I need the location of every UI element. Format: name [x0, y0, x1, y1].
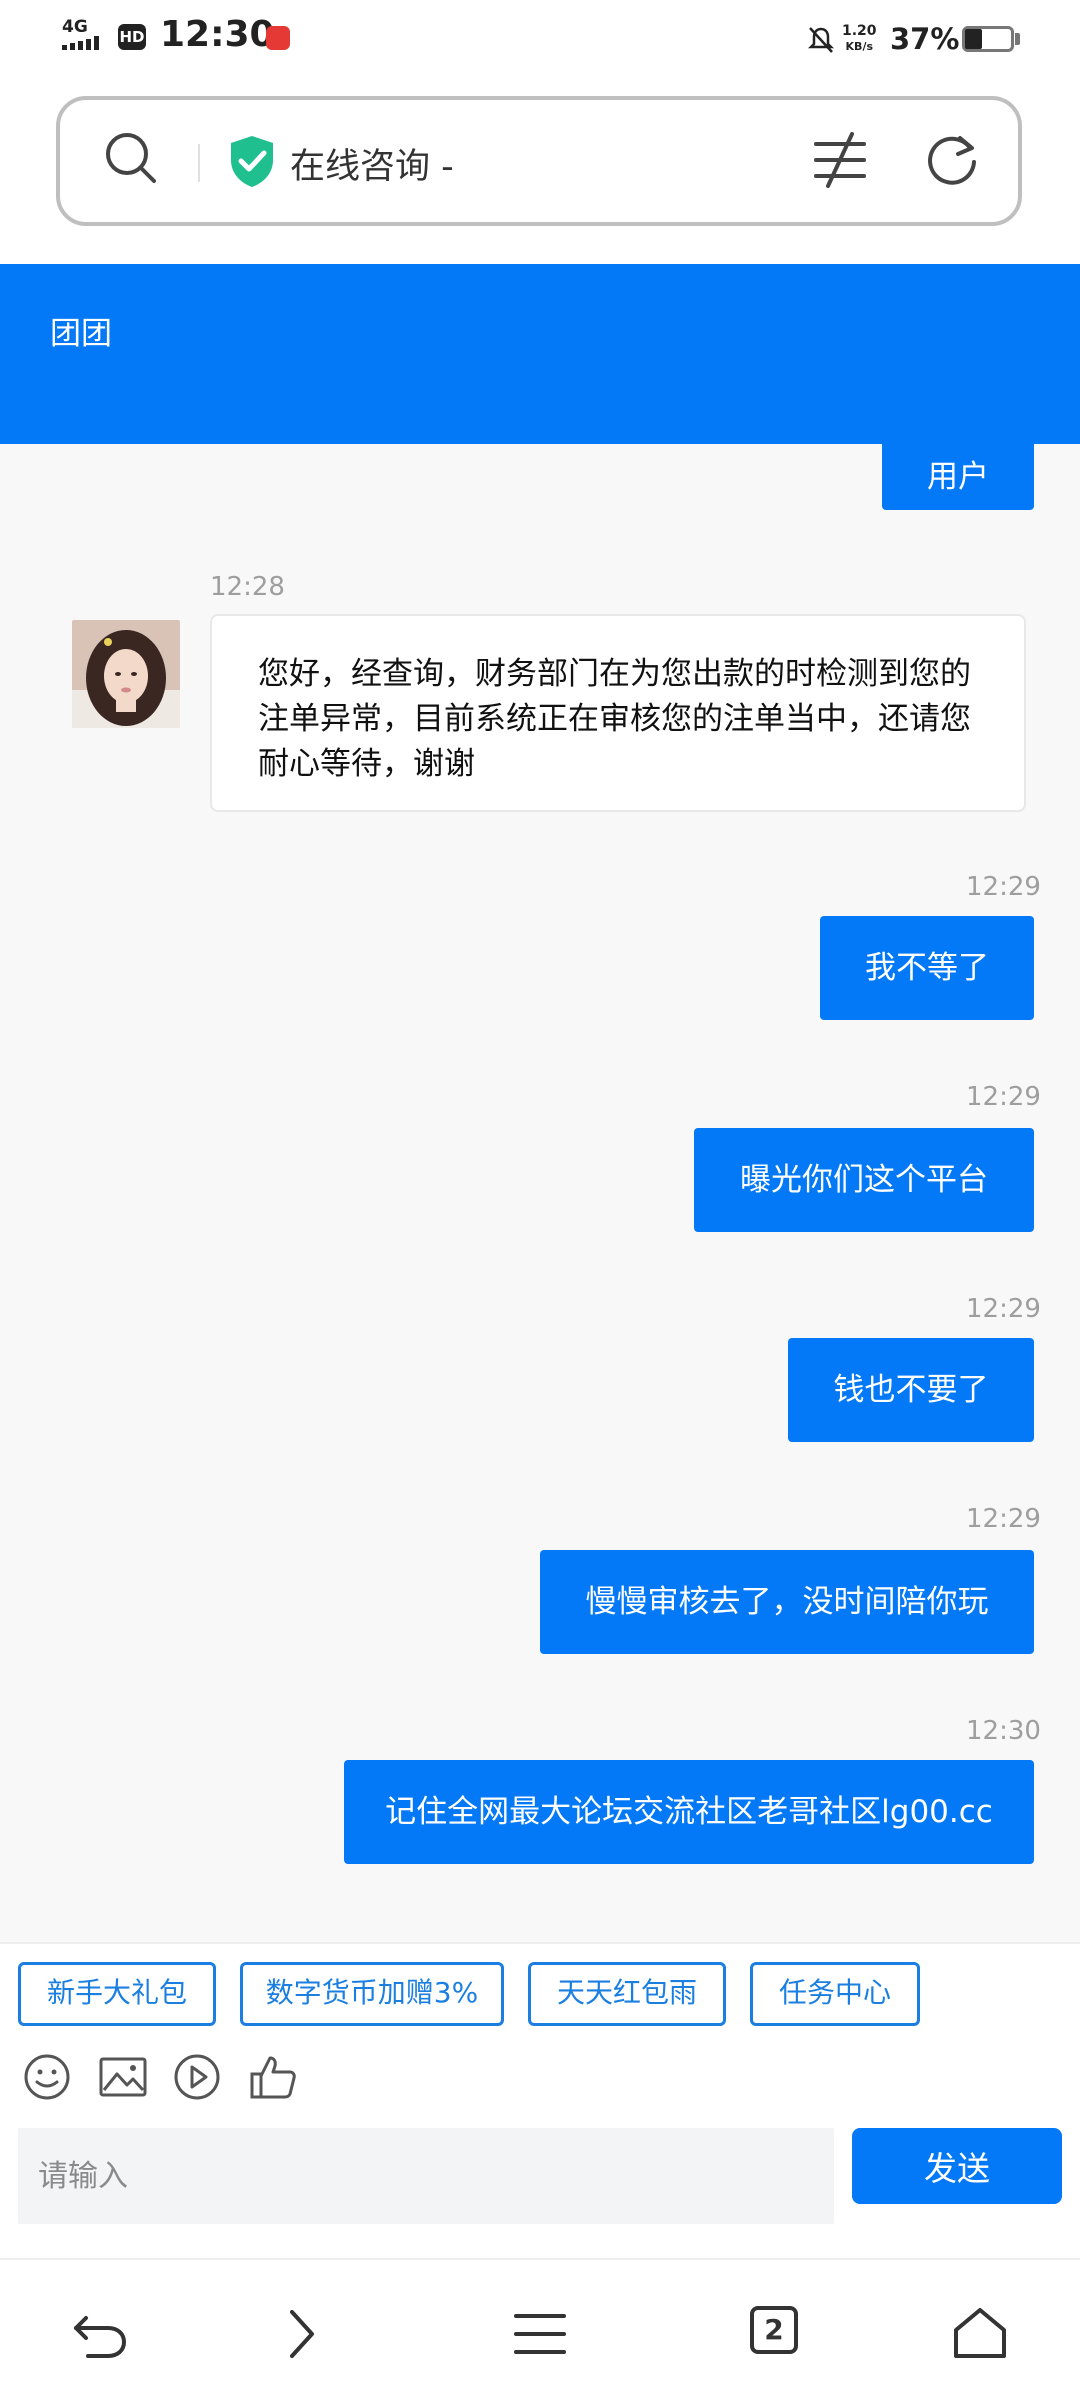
- network-speed: 1.20 KB/s: [842, 23, 877, 54]
- agent-avatar: [72, 620, 180, 728]
- message-time: 12:28: [210, 572, 285, 602]
- message-time: 12:29: [966, 1504, 1041, 1534]
- outgoing-message-bubble: 曝光你们这个平台: [694, 1128, 1034, 1232]
- avatar-image: [72, 620, 180, 728]
- page-title[interactable]: 在线咨询 -: [290, 138, 454, 189]
- message-text: 记住全网最大论坛交流社区老哥社区lg00.cc: [385, 1794, 993, 1830]
- status-bar: 4G HD 12:30 1.20 KB/s 37%: [0, 0, 1080, 80]
- image-icon[interactable]: [98, 2052, 148, 2102]
- video-icon[interactable]: [172, 2052, 222, 2102]
- message-text: 我不等了: [865, 950, 989, 986]
- message-time: 12:29: [966, 1082, 1041, 1112]
- quick-action-task-center[interactable]: 任务中心: [750, 1962, 920, 2026]
- mute-icon: [808, 27, 834, 53]
- tab-count: 2: [764, 2313, 784, 2346]
- thumbs-up-icon[interactable]: [248, 2052, 298, 2102]
- quick-action-crypto-bonus[interactable]: 数字货币加赠3%: [240, 1962, 504, 2026]
- message-text: 您好，经查询，财务部门在为您出款的时检测到您的注单异常，目前系统正在审核您的注单…: [258, 656, 971, 782]
- hd-badge: HD: [118, 24, 146, 50]
- network-indicator: 4G: [62, 18, 110, 50]
- menu-icon[interactable]: [512, 2306, 568, 2362]
- forward-icon[interactable]: [282, 2306, 322, 2362]
- incoming-message-bubble: 您好，经查询，财务部门在为您出款的时检测到您的注单异常，目前系统正在审核您的注单…: [210, 614, 1026, 812]
- status-time: 12:30: [160, 14, 275, 55]
- search-icon[interactable]: [104, 131, 158, 185]
- quick-action-red-packet[interactable]: 天天红包雨: [528, 1962, 726, 2026]
- address-divider: [198, 144, 200, 182]
- network-type: 4G: [62, 17, 88, 37]
- filter-icon[interactable]: [812, 132, 868, 188]
- message-text: 曝光你们这个平台: [740, 1162, 988, 1198]
- message-text: 慢慢审核去了，没时间陪你玩: [585, 1584, 989, 1620]
- chat-header-title: 团团: [50, 316, 112, 352]
- emoji-icon[interactable]: [22, 2052, 72, 2102]
- signal-icon: [62, 36, 99, 50]
- message-input[interactable]: [18, 2128, 834, 2224]
- outgoing-message-bubble: 钱也不要了: [788, 1338, 1034, 1442]
- outgoing-message-bubble: 记住全网最大论坛交流社区老哥社区lg00.cc: [344, 1760, 1034, 1864]
- battery-percent: 37%: [890, 22, 960, 56]
- outgoing-message-bubble: 我不等了: [820, 916, 1034, 1020]
- quick-action-newbie-gift[interactable]: 新手大礼包: [18, 1962, 216, 2026]
- notification-app-icon: [266, 26, 290, 50]
- back-icon[interactable]: [72, 2306, 128, 2362]
- address-bar[interactable]: [56, 96, 1022, 226]
- battery-level: [965, 29, 982, 49]
- outgoing-message-bubble: 慢慢审核去了，没时间陪你玩: [540, 1550, 1034, 1654]
- message-time: 12:29: [966, 872, 1041, 902]
- message-text: 钱也不要了: [833, 1372, 989, 1408]
- chat-header: [0, 264, 1080, 444]
- tabs-icon[interactable]: 2: [750, 2306, 798, 2354]
- home-icon[interactable]: [952, 2306, 1008, 2362]
- send-button[interactable]: 发送: [852, 2128, 1062, 2204]
- message-time: 12:29: [966, 1294, 1041, 1324]
- partial-user-bubble: 用户: [882, 444, 1034, 510]
- reload-icon[interactable]: [924, 132, 980, 188]
- shield-check-icon: [231, 136, 273, 187]
- message-time: 12:30: [966, 1716, 1041, 1746]
